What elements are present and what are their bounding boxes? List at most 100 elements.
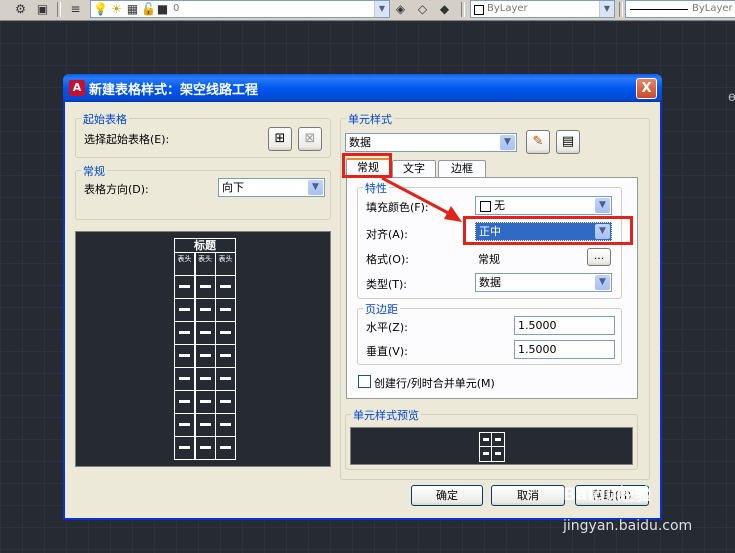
- cell-style-group-title: 单元样式: [346, 111, 394, 127]
- color-combo[interactable]: ByLayer ▼: [470, 0, 615, 18]
- dialog-titlebar[interactable]: A 新建表格样式：架空线路工程 X: [63, 74, 662, 102]
- make-current-layer-icon[interactable]: ◈: [393, 2, 408, 17]
- vertical-margin-input[interactable]: 1.5000: [514, 340, 615, 359]
- table-style-preview: 标题 表头 表头 表头: [75, 231, 331, 467]
- horizontal-margin-label: 水平(Z):: [366, 321, 408, 334]
- select-table-button[interactable]: ⊞: [268, 127, 292, 151]
- preview-data-cell: [215, 275, 236, 299]
- chevron-down-icon[interactable]: ▼: [599, 1, 614, 17]
- alignment-label: 对齐(A):: [366, 228, 408, 241]
- preview-table: 标题 表头 表头 表头: [174, 238, 236, 462]
- preview-header-cell: 表头: [174, 252, 195, 276]
- preview-data-cell: [174, 390, 195, 414]
- tab-borders[interactable]: 边框: [438, 160, 486, 177]
- type-value: 数据: [479, 276, 501, 289]
- cell-style-preview: [350, 427, 633, 465]
- chevron-down-icon[interactable]: ▼: [500, 135, 515, 150]
- preview-data-cell: [215, 367, 236, 391]
- close-button[interactable]: X: [636, 78, 657, 99]
- preview-data-cell: [174, 321, 195, 345]
- top-toolbar: ⚙ ▣ ≡ 💡 ☀ ▦ 🔓 ■ 0 ▼ ◈ ◇ ◆ ByLayer ▼ ByLa…: [0, 0, 735, 21]
- tab-highlight-box: [342, 153, 392, 178]
- table-direction-value: 向下: [222, 181, 244, 194]
- linetype-sample: [630, 9, 688, 10]
- format-label: 格式(O):: [366, 253, 409, 266]
- margins-group-title: 页边距: [363, 301, 400, 317]
- preview-cell: [491, 446, 505, 462]
- dialog-title: 新建表格样式：架空线路工程: [89, 83, 259, 98]
- horizontal-margin-input[interactable]: 1.5000: [514, 316, 615, 335]
- properties-group-title: 特性: [363, 180, 389, 196]
- color-swatch-icon: [474, 5, 484, 15]
- table-direction-select[interactable]: 向下 ▼: [218, 178, 325, 197]
- layer-states-icon[interactable]: ▣: [35, 2, 50, 17]
- vertical-margin-label: 垂直(V):: [366, 345, 408, 358]
- linetype-combo[interactable]: ByLayer: [625, 0, 735, 18]
- preview-data-cell: [174, 298, 195, 322]
- table-delete-icon: ⊠: [304, 131, 316, 146]
- color-value: ByLayer: [487, 3, 528, 14]
- preview-data-cell: [194, 321, 216, 345]
- preview-data-cell: [215, 298, 236, 322]
- preview-data-cell: [174, 436, 195, 460]
- preview-header-cell: 表头: [194, 252, 216, 276]
- fill-color-label: 填充颜色(F):: [366, 201, 429, 214]
- manage-cell-styles-button[interactable]: ▤: [556, 130, 580, 154]
- start-table-group-title: 起始表格: [81, 111, 129, 127]
- preview-data-cell: [194, 298, 216, 322]
- layer-combo[interactable]: 💡 ☀ ▦ 🔓 ■ 0 ▼: [90, 0, 390, 18]
- preview-title-cell: 标题: [174, 238, 236, 253]
- preview-data-cell: [194, 390, 216, 414]
- toolbar-separator: [461, 2, 465, 17]
- preview-data-cell: [215, 321, 236, 345]
- lightbulb-icon: 💡: [93, 2, 108, 16]
- settings-icon[interactable]: ⚙: [13, 2, 28, 17]
- chevron-down-icon[interactable]: ▼: [374, 1, 389, 17]
- merge-cells-checkbox[interactable]: [358, 375, 371, 388]
- format-browse-button[interactable]: ...: [587, 248, 611, 266]
- ok-button[interactable]: 确定: [411, 485, 483, 506]
- preview-data-cell: [174, 344, 195, 368]
- baidu-watermark-logo: Baidu经验: [563, 485, 652, 505]
- sun-icon: ☀: [111, 2, 122, 16]
- type-label: 类型(T):: [366, 278, 408, 291]
- fill-color-select[interactable]: 无 ▼: [475, 196, 612, 215]
- preview-data-cell: [215, 390, 236, 414]
- toolbar-separator: [57, 2, 61, 17]
- preview-data-cell: [215, 344, 236, 368]
- preview-data-cell: [194, 413, 216, 437]
- layer-match-icon[interactable]: ◇: [415, 2, 430, 17]
- cancel-button[interactable]: 取消: [491, 485, 565, 506]
- tab-text[interactable]: 文字: [392, 160, 436, 177]
- fill-color-value: 无: [494, 199, 505, 212]
- preview-cell: [491, 432, 505, 447]
- layer-list-icon[interactable]: ≡: [68, 2, 83, 17]
- lock-icon: 🔓: [141, 2, 156, 16]
- delete-table-button[interactable]: ⊠: [298, 127, 322, 151]
- chevron-down-icon[interactable]: ▼: [595, 275, 610, 290]
- layer-previous-icon[interactable]: ◆: [437, 2, 452, 17]
- autocad-logo-icon: A: [69, 80, 85, 96]
- preview-data-cell: [174, 275, 195, 299]
- chevron-down-icon[interactable]: ▼: [308, 180, 323, 195]
- cell-style-value: 数据: [349, 136, 371, 149]
- chevron-down-icon[interactable]: ▼: [595, 198, 610, 213]
- cell-style-select[interactable]: 数据 ▼: [345, 133, 517, 152]
- new-cell-style-button[interactable]: ✎: [526, 130, 550, 154]
- preview-data-cell: [174, 367, 195, 391]
- table-select-icon: ⊞: [274, 131, 286, 146]
- preview-data-cell: [215, 436, 236, 460]
- format-value: 常规: [478, 253, 500, 266]
- preview-header-cell: 表头: [215, 252, 236, 276]
- preview-data-cell: [174, 413, 195, 437]
- cell-preview-group-title: 单元样式预览: [351, 407, 421, 423]
- table-direction-label: 表格方向(D):: [84, 183, 149, 196]
- type-select[interactable]: 数据 ▼: [475, 273, 612, 292]
- layer-name: 0: [173, 3, 180, 14]
- viewport-freeze-icon: ▦: [126, 2, 139, 16]
- new-cell-style-icon: ✎: [532, 134, 544, 149]
- preview-data-cell: [194, 344, 216, 368]
- preview-data-cell: [194, 367, 216, 391]
- select-start-table-label: 选择起始表格(E):: [84, 133, 170, 146]
- linetype-value: ByLayer: [692, 3, 733, 14]
